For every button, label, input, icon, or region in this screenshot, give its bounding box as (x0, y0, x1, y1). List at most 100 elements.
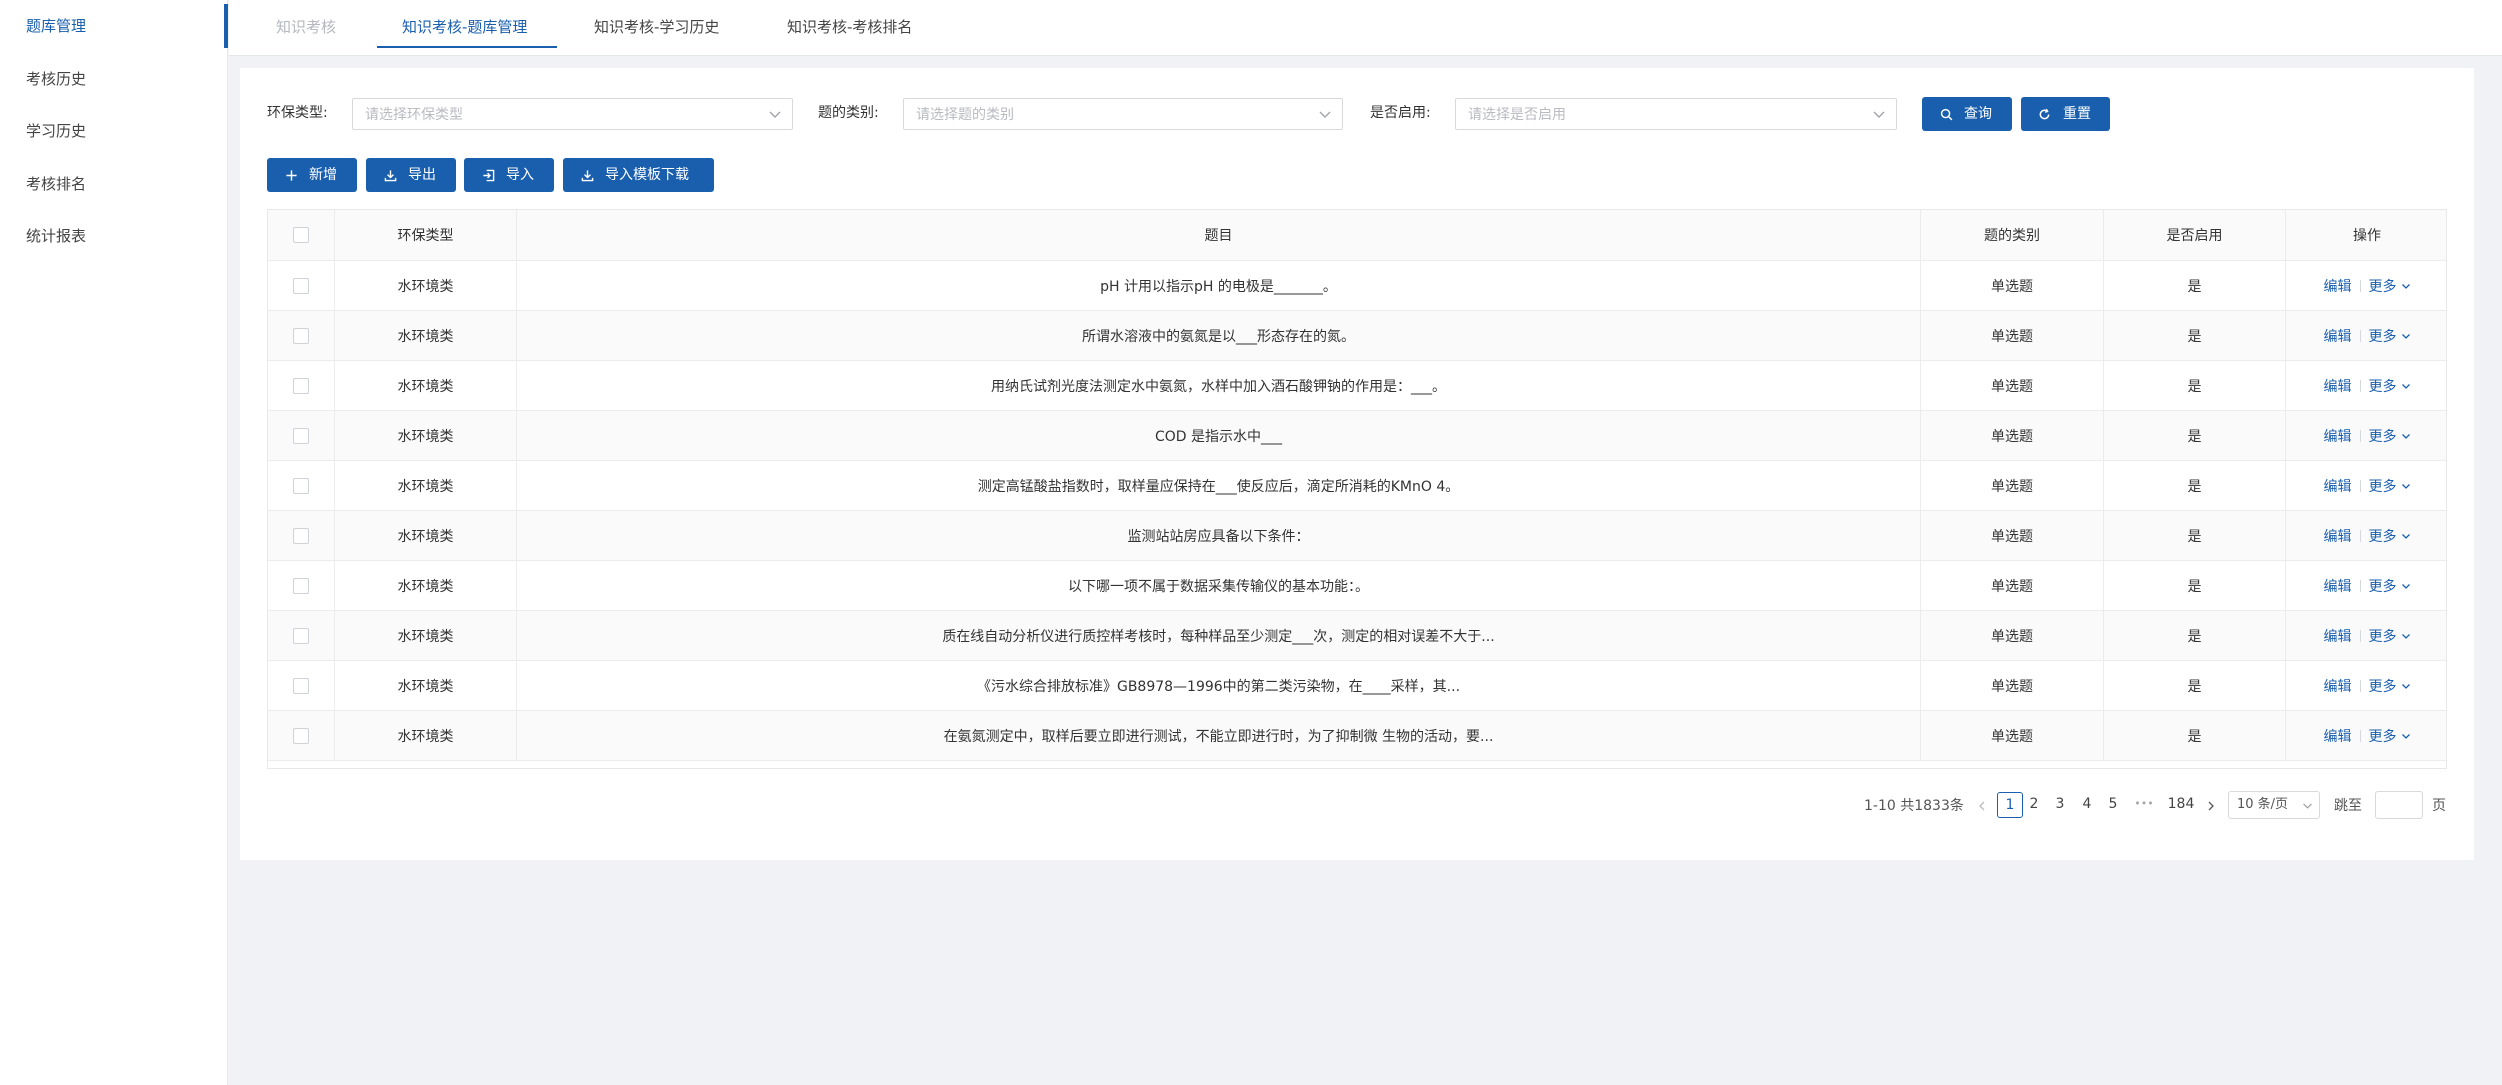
edit-link[interactable]: 编辑 (2324, 676, 2352, 696)
row-checkbox[interactable] (293, 477, 309, 494)
table-row[interactable]: 水环境类 用纳氏试剂光度法测定水中氨氮，水样中加入酒石酸钾钠的作用是：___。 单选… (268, 361, 2446, 411)
row-select-cell (268, 611, 335, 660)
row-checkbox[interactable] (293, 677, 309, 694)
row-select-cell (268, 361, 335, 410)
more-link[interactable]: 更多 (2369, 326, 2397, 346)
cell-actions: 编辑 更多 (2286, 411, 2446, 460)
row-checkbox[interactable] (293, 327, 309, 344)
tab-knowledge-exam[interactable]: 知识考核 (276, 16, 336, 38)
cell-actions: 编辑 更多 (2286, 311, 2446, 360)
pagination-page-3[interactable]: 3 (2050, 792, 2070, 818)
next-page-icon[interactable] (2206, 801, 2216, 811)
cell-enabled: 是 (2104, 511, 2286, 560)
more-link[interactable]: 更多 (2369, 576, 2397, 596)
chevron-down-icon[interactable] (2401, 331, 2411, 341)
more-link[interactable]: 更多 (2369, 376, 2397, 396)
sidebar-item-question-bank[interactable]: 题库管理 (26, 15, 86, 37)
cell-env-type: 水环境类 (335, 711, 517, 760)
sidebar-item-exam-history[interactable]: 考核历史 (26, 68, 86, 90)
reset-button[interactable]: 重置 (2021, 97, 2110, 131)
add-button[interactable]: 新增 (267, 158, 357, 192)
sidebar-item-statistics[interactable]: 统计报表 (26, 225, 86, 247)
edit-link[interactable]: 编辑 (2324, 726, 2352, 746)
tab-bar: 知识考核 知识考核-题库管理 知识考核-学习历史 知识考核-考核排名 (229, 0, 2502, 56)
cell-question: 监测站站房应具备以下条件： (517, 511, 1921, 560)
chevron-down-icon[interactable] (2401, 381, 2411, 391)
edit-link[interactable]: 编辑 (2324, 476, 2352, 496)
table-row[interactable]: 水环境类 COD 是指示水中___ 单选题是编辑 更多 (268, 411, 2446, 461)
pagination-page-1[interactable]: 1 (1997, 792, 2023, 818)
pagination-page-5[interactable]: 5 (2103, 792, 2123, 818)
header-question: 题目 (517, 210, 1921, 260)
jump-page-input[interactable] (2375, 791, 2423, 819)
chevron-down-icon[interactable] (2401, 631, 2411, 641)
table-row[interactable]: 水环境类 pH 计用以指示pH 的电极是_______。 单选题是编辑 更多 (268, 261, 2446, 311)
more-link[interactable]: 更多 (2369, 276, 2397, 296)
pagination-ellipsis[interactable]: ••• (2129, 792, 2159, 818)
table-row[interactable]: 水环境类 质在线自动分析仪进行质控样考核时，每种样品至少测定___次，测定的相对误… (268, 611, 2446, 661)
table-row[interactable]: 水环境类 《污水综合排放标准》GB8978—1996中的第二类污染物，在____采… (268, 661, 2446, 711)
action-divider (2359, 529, 2361, 542)
edit-link[interactable]: 编辑 (2324, 276, 2352, 296)
more-link[interactable]: 更多 (2369, 626, 2397, 646)
query-button[interactable]: 查询 (1922, 97, 2012, 131)
more-link[interactable]: 更多 (2369, 526, 2397, 546)
page-size-select[interactable]: 10 条/页 (2228, 791, 2320, 819)
sidebar-item-study-history[interactable]: 学习历史 (26, 120, 86, 142)
row-checkbox[interactable] (293, 427, 309, 444)
filter-env-type-select[interactable]: 请选择环保类型 (352, 98, 793, 130)
row-checkbox[interactable] (293, 627, 309, 644)
cell-actions: 编辑 更多 (2286, 611, 2446, 660)
pagination-page-2[interactable]: 2 (2024, 792, 2044, 818)
edit-link[interactable]: 编辑 (2324, 626, 2352, 646)
chevron-down-icon[interactable] (2401, 681, 2411, 691)
template-download-button[interactable]: 导入模板下载 (563, 158, 714, 192)
row-checkbox[interactable] (293, 277, 309, 294)
row-checkbox[interactable] (293, 577, 309, 594)
more-link[interactable]: 更多 (2369, 426, 2397, 446)
table-row[interactable]: 水环境类 在氨氮测定中，取样后要立即进行测试，不能立即进行时，为了抑制微 生物的活… (268, 711, 2446, 761)
select-all-checkbox[interactable] (293, 227, 309, 243)
filter-category-select[interactable]: 请选择题的类别 (903, 98, 1343, 130)
chevron-down-icon[interactable] (2401, 431, 2411, 441)
chevron-down-icon[interactable] (2401, 581, 2411, 591)
row-checkbox[interactable] (293, 527, 309, 544)
row-checkbox[interactable] (293, 727, 309, 744)
tab-question-bank[interactable]: 知识考核-题库管理 (402, 16, 527, 38)
cell-category: 单选题 (1921, 611, 2104, 660)
chevron-down-icon[interactable] (2401, 731, 2411, 741)
chevron-down-icon[interactable] (2401, 531, 2411, 541)
chevron-down-icon[interactable] (2401, 481, 2411, 491)
edit-link[interactable]: 编辑 (2324, 426, 2352, 446)
cell-question: 测定高锰酸盐指数时，取样量应保持在___使反应后，滴定所消耗的KMnO 4。 (517, 461, 1921, 510)
prev-page-icon[interactable] (1977, 801, 1987, 811)
table-row[interactable]: 水环境类 所谓水溶液中的氨氮是以___形态存在的氮。 单选题是编辑 更多 (268, 311, 2446, 361)
more-link[interactable]: 更多 (2369, 676, 2397, 696)
row-checkbox[interactable] (293, 377, 309, 394)
table-row[interactable]: 水环境类 以下哪一项不属于数据采集传输仪的基本功能：。 单选题是编辑 更多 (268, 561, 2446, 611)
tab-study-history[interactable]: 知识考核-学习历史 (594, 16, 719, 38)
pagination-last-page[interactable]: 184 (2164, 792, 2198, 818)
tab-exam-ranking[interactable]: 知识考核-考核排名 (787, 16, 912, 38)
cell-env-type: 水环境类 (335, 561, 517, 610)
jump-label: 跳至 (2334, 798, 2362, 814)
import-button[interactable]: 导入 (464, 158, 554, 192)
table-row[interactable]: 水环境类 测定高锰酸盐指数时，取样量应保持在___使反应后，滴定所消耗的KMnO … (268, 461, 2446, 511)
edit-link[interactable]: 编辑 (2324, 526, 2352, 546)
export-button[interactable]: 导出 (366, 158, 456, 192)
edit-link[interactable]: 编辑 (2324, 326, 2352, 346)
edit-link[interactable]: 编辑 (2324, 376, 2352, 396)
action-divider (2359, 329, 2361, 342)
sidebar-item-exam-ranking[interactable]: 考核排名 (26, 173, 86, 195)
table-row[interactable]: 水环境类 监测站站房应具备以下条件： 单选题是编辑 更多 (268, 511, 2446, 561)
cell-category: 单选题 (1921, 361, 2104, 410)
filter-enabled-select[interactable]: 请选择是否启用 (1455, 98, 1897, 130)
more-link[interactable]: 更多 (2369, 476, 2397, 496)
chevron-down-icon[interactable] (2401, 281, 2411, 291)
pagination-page-4[interactable]: 4 (2077, 792, 2097, 818)
edit-link[interactable]: 编辑 (2324, 576, 2352, 596)
more-link[interactable]: 更多 (2369, 726, 2397, 746)
cell-question: 质在线自动分析仪进行质控样考核时，每种样品至少测定___次，测定的相对误差不大于… (517, 611, 1921, 660)
pagination-summary: 1-10 共1833条 (1864, 798, 1964, 814)
cell-actions: 编辑 更多 (2286, 261, 2446, 310)
